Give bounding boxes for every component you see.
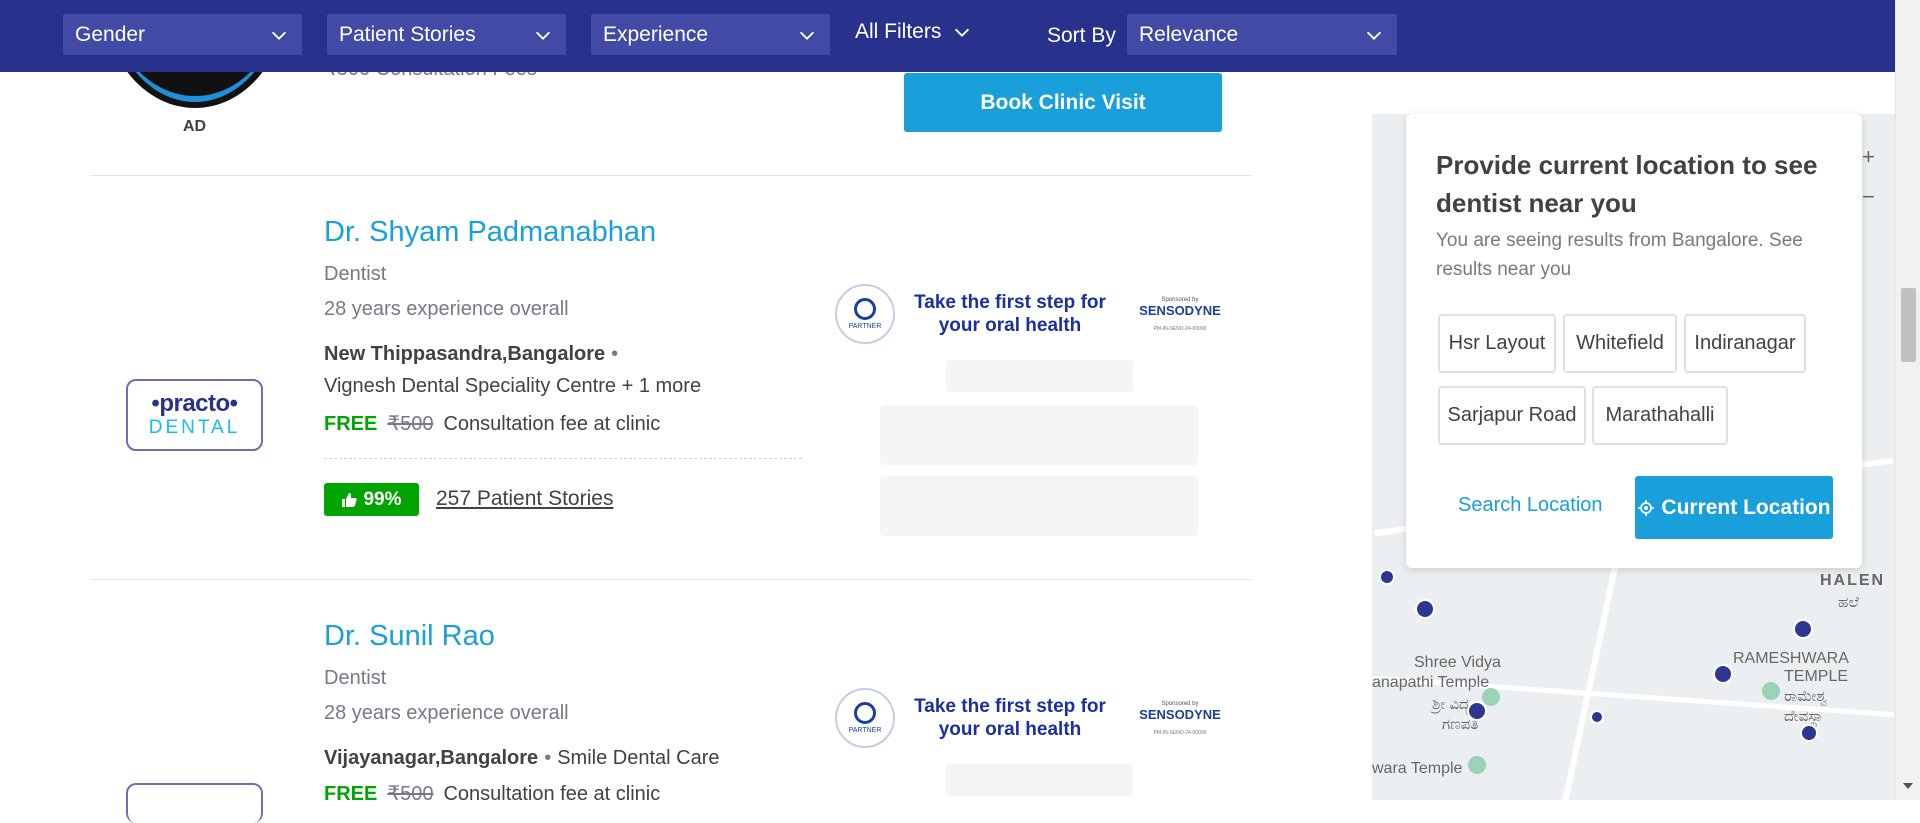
search-location-link[interactable]: Search Location (1458, 494, 1603, 517)
ad-label: AD (183, 118, 207, 135)
banner-tagline: Take the first step for your oral health (914, 696, 1106, 740)
patient-stories-filter-label: Patient Stories (339, 22, 476, 46)
rating-badge: 99% (324, 483, 419, 516)
doctor-specialty: Dentist (324, 667, 387, 689)
original-fee: ₹500 (387, 783, 434, 805)
chevron-down-icon (535, 31, 551, 40)
map-label: ಶ್ರೀ ವಿದ್ಯ (1432, 696, 1471, 713)
map-label: RAMESHWARA (1733, 650, 1849, 667)
map-label: TEMPLE (1784, 668, 1849, 685)
doctor-location: Vijayanagar,Bangalore • Smile Dental Care (324, 747, 720, 769)
gender-filter[interactable]: Gender (63, 14, 302, 55)
scrollbar-thumb[interactable] (1901, 288, 1916, 362)
doctor-name-link[interactable]: Dr. Shyam Padmanabhan (324, 216, 656, 249)
consultation-fee: FREE ₹500 Consultation fee at clinic (324, 411, 660, 436)
chevron-down-icon (799, 31, 815, 40)
practo-dental-logo[interactable]: •practo• DENTAL (126, 379, 263, 451)
map-label: ಹಲೆ (1838, 594, 1859, 611)
patient-stories-filter[interactable]: Patient Stories (327, 14, 566, 55)
map-label: wara Temple (1372, 760, 1463, 777)
fee-label: Consultation fee at clinic (443, 413, 661, 435)
clinic-name[interactable]: Vignesh Dental Speciality Centre + 1 mor… (324, 375, 701, 398)
location-chip-indiranagar[interactable]: Indiranagar (1684, 314, 1806, 373)
clinic-map-pin[interactable] (1379, 569, 1395, 585)
divider (90, 579, 1252, 580)
locate-icon (1638, 499, 1655, 516)
location-popup: Provide current location to see dentist … (1406, 114, 1862, 568)
book-clinic-visit-button[interactable]: Book Clinic Visit (904, 73, 1222, 132)
doctor-location: New Thippasandra,Bangalore • (324, 343, 619, 365)
map-label: ರಾಮೇಶ್ವ (1784, 688, 1828, 705)
sensodyne-logo: Sponsored by SENSODYNE PM-IN-SENO-24-000… (1139, 296, 1221, 332)
loading-placeholder (946, 360, 1133, 392)
sort-by-label: Sort By (1047, 24, 1116, 47)
logo-subtext: DENTAL (148, 417, 241, 438)
current-location-label: Current Location (1661, 495, 1831, 519)
all-filters-button[interactable]: All Filters (855, 20, 973, 44)
location-chip-whitefield[interactable]: Whitefield (1563, 314, 1677, 373)
original-fee: ₹500 (387, 413, 434, 435)
free-badge: FREE (324, 783, 378, 805)
rating-value: 99% (363, 488, 402, 510)
doctor-name-link[interactable]: Dr. Sunil Rao (324, 620, 495, 653)
loading-placeholder (880, 476, 1198, 536)
sponsored-banner[interactable]: PARTNER Take the first step for your ora… (835, 279, 1245, 349)
page-scrollbar[interactable] (1895, 0, 1920, 800)
location-chip-marathahalli[interactable]: Marathahalli (1592, 386, 1728, 445)
experience-filter-label: Experience (603, 22, 709, 46)
free-badge: FREE (324, 413, 378, 435)
experience-filter[interactable]: Experience (591, 14, 830, 55)
clinic-map-pin[interactable] (1800, 724, 1818, 742)
sort-by-value: Relevance (1139, 22, 1239, 46)
chevron-down-icon (955, 28, 970, 37)
world-oral-health-day-badge: PARTNER (835, 688, 895, 748)
clinic-name[interactable]: Smile Dental Care (557, 747, 719, 769)
zoom-in-icon[interactable]: + (1862, 144, 1875, 170)
clinic-map-pin[interactable] (1467, 701, 1487, 721)
chevron-down-icon (1366, 31, 1382, 40)
temple-marker (1482, 688, 1500, 706)
filter-bar: Gender Patient Stories Experience All Fi… (0, 0, 1895, 72)
world-oral-health-day-badge: PARTNER (835, 284, 895, 344)
doctor-specialty: Dentist (324, 263, 387, 285)
chevron-down-icon (271, 31, 287, 40)
temple-marker (1762, 682, 1780, 700)
fee-label: Consultation fee at clinic (443, 783, 661, 805)
sponsored-banner[interactable]: PARTNER Take the first step for your ora… (835, 683, 1245, 753)
logo-text: •practo• (151, 390, 238, 417)
location-chip-hsr-layout[interactable]: Hsr Layout (1438, 314, 1556, 373)
doctor-experience: 28 years experience overall (324, 298, 569, 320)
consultation-fee: FREE ₹500 Consultation fee at clinic (324, 781, 660, 806)
map-label: HALEN (1820, 572, 1886, 589)
popup-subtitle: You are seeing results from Bangalore. S… (1436, 230, 1803, 280)
sort-by-select[interactable]: Relevance (1127, 14, 1397, 55)
current-location-button[interactable]: Current Location (1635, 476, 1833, 539)
banner-tagline: Take the first step for your oral health (914, 292, 1106, 336)
sensodyne-logo: Sponsored by SENSODYNE PM-IN-SENO-24-000… (1139, 700, 1221, 736)
scroll-down-icon[interactable] (1903, 783, 1913, 789)
popup-title: Provide current location to see dentist … (1436, 150, 1818, 218)
loading-placeholder (880, 405, 1198, 465)
clinic-map-pin[interactable] (1793, 619, 1813, 639)
map-label: ದೇವಸ್ಥಾ (1784, 708, 1824, 725)
zoom-out-icon[interactable]: − (1862, 184, 1875, 210)
clinic-map-pin[interactable] (1415, 599, 1435, 619)
clinic-map-pin[interactable] (1590, 710, 1604, 724)
practo-dental-logo[interactable] (126, 783, 263, 823)
map-label: anapathi Temple (1372, 674, 1490, 691)
clinic-map-pin[interactable] (1713, 664, 1733, 684)
gender-filter-label: Gender (75, 22, 146, 46)
temple-marker (1468, 756, 1486, 774)
all-filters-label: All Filters (855, 20, 942, 43)
doctor-area: New Thippasandra,Bangalore (324, 343, 606, 365)
location-chip-sarjapur-road[interactable]: Sarjapur Road (1438, 386, 1586, 445)
doctor-experience: 28 years experience overall (324, 702, 569, 724)
doctor-area: Vijayanagar,Bangalore (324, 747, 539, 769)
patient-stories-link[interactable]: 257 Patient Stories (436, 487, 613, 511)
map-label: Shree Vidya (1414, 654, 1501, 671)
dashed-divider (324, 458, 802, 459)
loading-placeholder (946, 764, 1133, 796)
divider (90, 175, 1252, 176)
thumbs-up-icon (342, 492, 358, 507)
